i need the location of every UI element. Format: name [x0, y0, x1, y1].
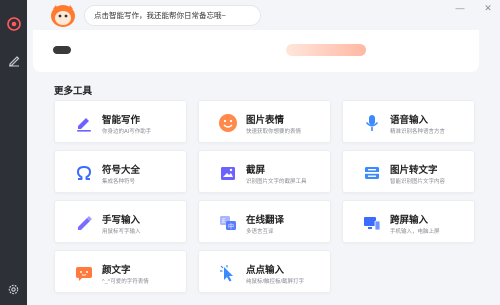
tool-name: 符号大全	[102, 165, 141, 176]
close-button[interactable]: ✕	[483, 3, 493, 13]
tool-card-handwriting[interactable]: 手写输入 用鼠标写字输入	[54, 200, 187, 243]
tool-card-voice-input[interactable]: 语音输入 精准识别各种语言方言	[342, 100, 475, 143]
tool-name: 手写输入	[102, 215, 141, 226]
pen-icon[interactable]	[4, 50, 23, 69]
tool-name: 点点输入	[246, 265, 285, 276]
tool-desc: 集成各种符号	[102, 179, 136, 185]
assistant-speech-bubble[interactable]: 点击智能写作，我还能帮你日常备忘哦~	[84, 5, 261, 26]
header: 点击智能写作，我还能帮你日常备忘哦~ — ✕	[27, 0, 500, 74]
ocr-icon	[361, 162, 383, 184]
mascot-avatar-icon[interactable]	[47, 3, 79, 29]
target-icon[interactable]	[4, 14, 23, 33]
svg-text:中: 中	[228, 223, 234, 231]
svg-text:E: E	[222, 218, 226, 225]
tool-name: 图片表情	[246, 115, 285, 126]
minimize-button[interactable]: —	[455, 3, 465, 13]
tool-name: 在线翻译	[246, 215, 285, 226]
tool-card-online-translate[interactable]: E 中 在线翻译 多语言互译	[198, 200, 331, 243]
translate-icon: E 中	[217, 212, 239, 234]
smile-icon	[217, 112, 239, 134]
microphone-icon	[361, 112, 383, 134]
section-title: 更多工具	[54, 86, 93, 97]
tool-name: 智能写作	[102, 115, 141, 126]
tool-card-image-to-text[interactable]: 图片转文字 智能识别图片文字内容	[342, 150, 475, 193]
pen-underline-icon	[73, 112, 95, 134]
tool-card-kaomoji[interactable]: 颜文字 ^_^可爱的字符表情	[54, 250, 187, 293]
tool-card-smart-writing[interactable]: 智能写作 你身边的AI写作助手	[54, 100, 187, 143]
tool-desc: 手机输入，电脑上屏	[390, 229, 440, 235]
tool-name: 截屏	[246, 165, 266, 176]
tool-card-click-input[interactable]: 点点输入 纯鼠标/触控板/截屏打字	[198, 250, 331, 293]
cross-screen-icon	[361, 212, 383, 234]
tool-desc: 纯鼠标/触控板/截屏打字	[246, 279, 305, 285]
tool-desc: 你身边的AI写作助手	[102, 129, 152, 135]
banner-decoration	[53, 46, 71, 54]
settings-icon[interactable]	[4, 280, 23, 299]
tool-desc: 精准识别各种语言方言	[390, 129, 446, 135]
banner-action-pill[interactable]	[286, 44, 366, 56]
handwrite-pen-icon	[73, 212, 95, 234]
kaomoji-icon	[73, 262, 95, 284]
tool-card-cross-screen[interactable]: 跨屏输入 手机输入，电脑上屏	[342, 200, 475, 243]
cursor-click-icon	[217, 262, 239, 284]
tool-name: 语音输入	[390, 115, 429, 126]
tool-card-screenshot[interactable]: 截屏 识别图片文字的截屏工具	[198, 150, 331, 193]
omega-icon	[73, 162, 95, 184]
banner-card[interactable]	[33, 30, 479, 72]
tool-desc: 识别图片文字的截屏工具	[246, 179, 307, 185]
tool-desc: 快速获取你想要的表情	[246, 129, 302, 135]
tool-desc: 智能识别图片文字内容	[390, 179, 446, 185]
tool-desc: ^_^可爱的字符表情	[102, 279, 149, 285]
tool-name: 跨屏输入	[390, 215, 429, 226]
left-sidebar	[0, 0, 27, 305]
tool-name: 颜文字	[102, 265, 131, 276]
screenshot-icon	[217, 162, 239, 184]
tool-card-symbols[interactable]: 符号大全 集成各种符号	[54, 150, 187, 193]
tool-desc: 用鼠标写字输入	[102, 229, 141, 235]
tool-card-image-emoji[interactable]: 图片表情 快速获取你想要的表情	[198, 100, 331, 143]
tool-desc: 多语言互译	[246, 229, 274, 235]
tool-name: 图片转文字	[390, 165, 438, 176]
